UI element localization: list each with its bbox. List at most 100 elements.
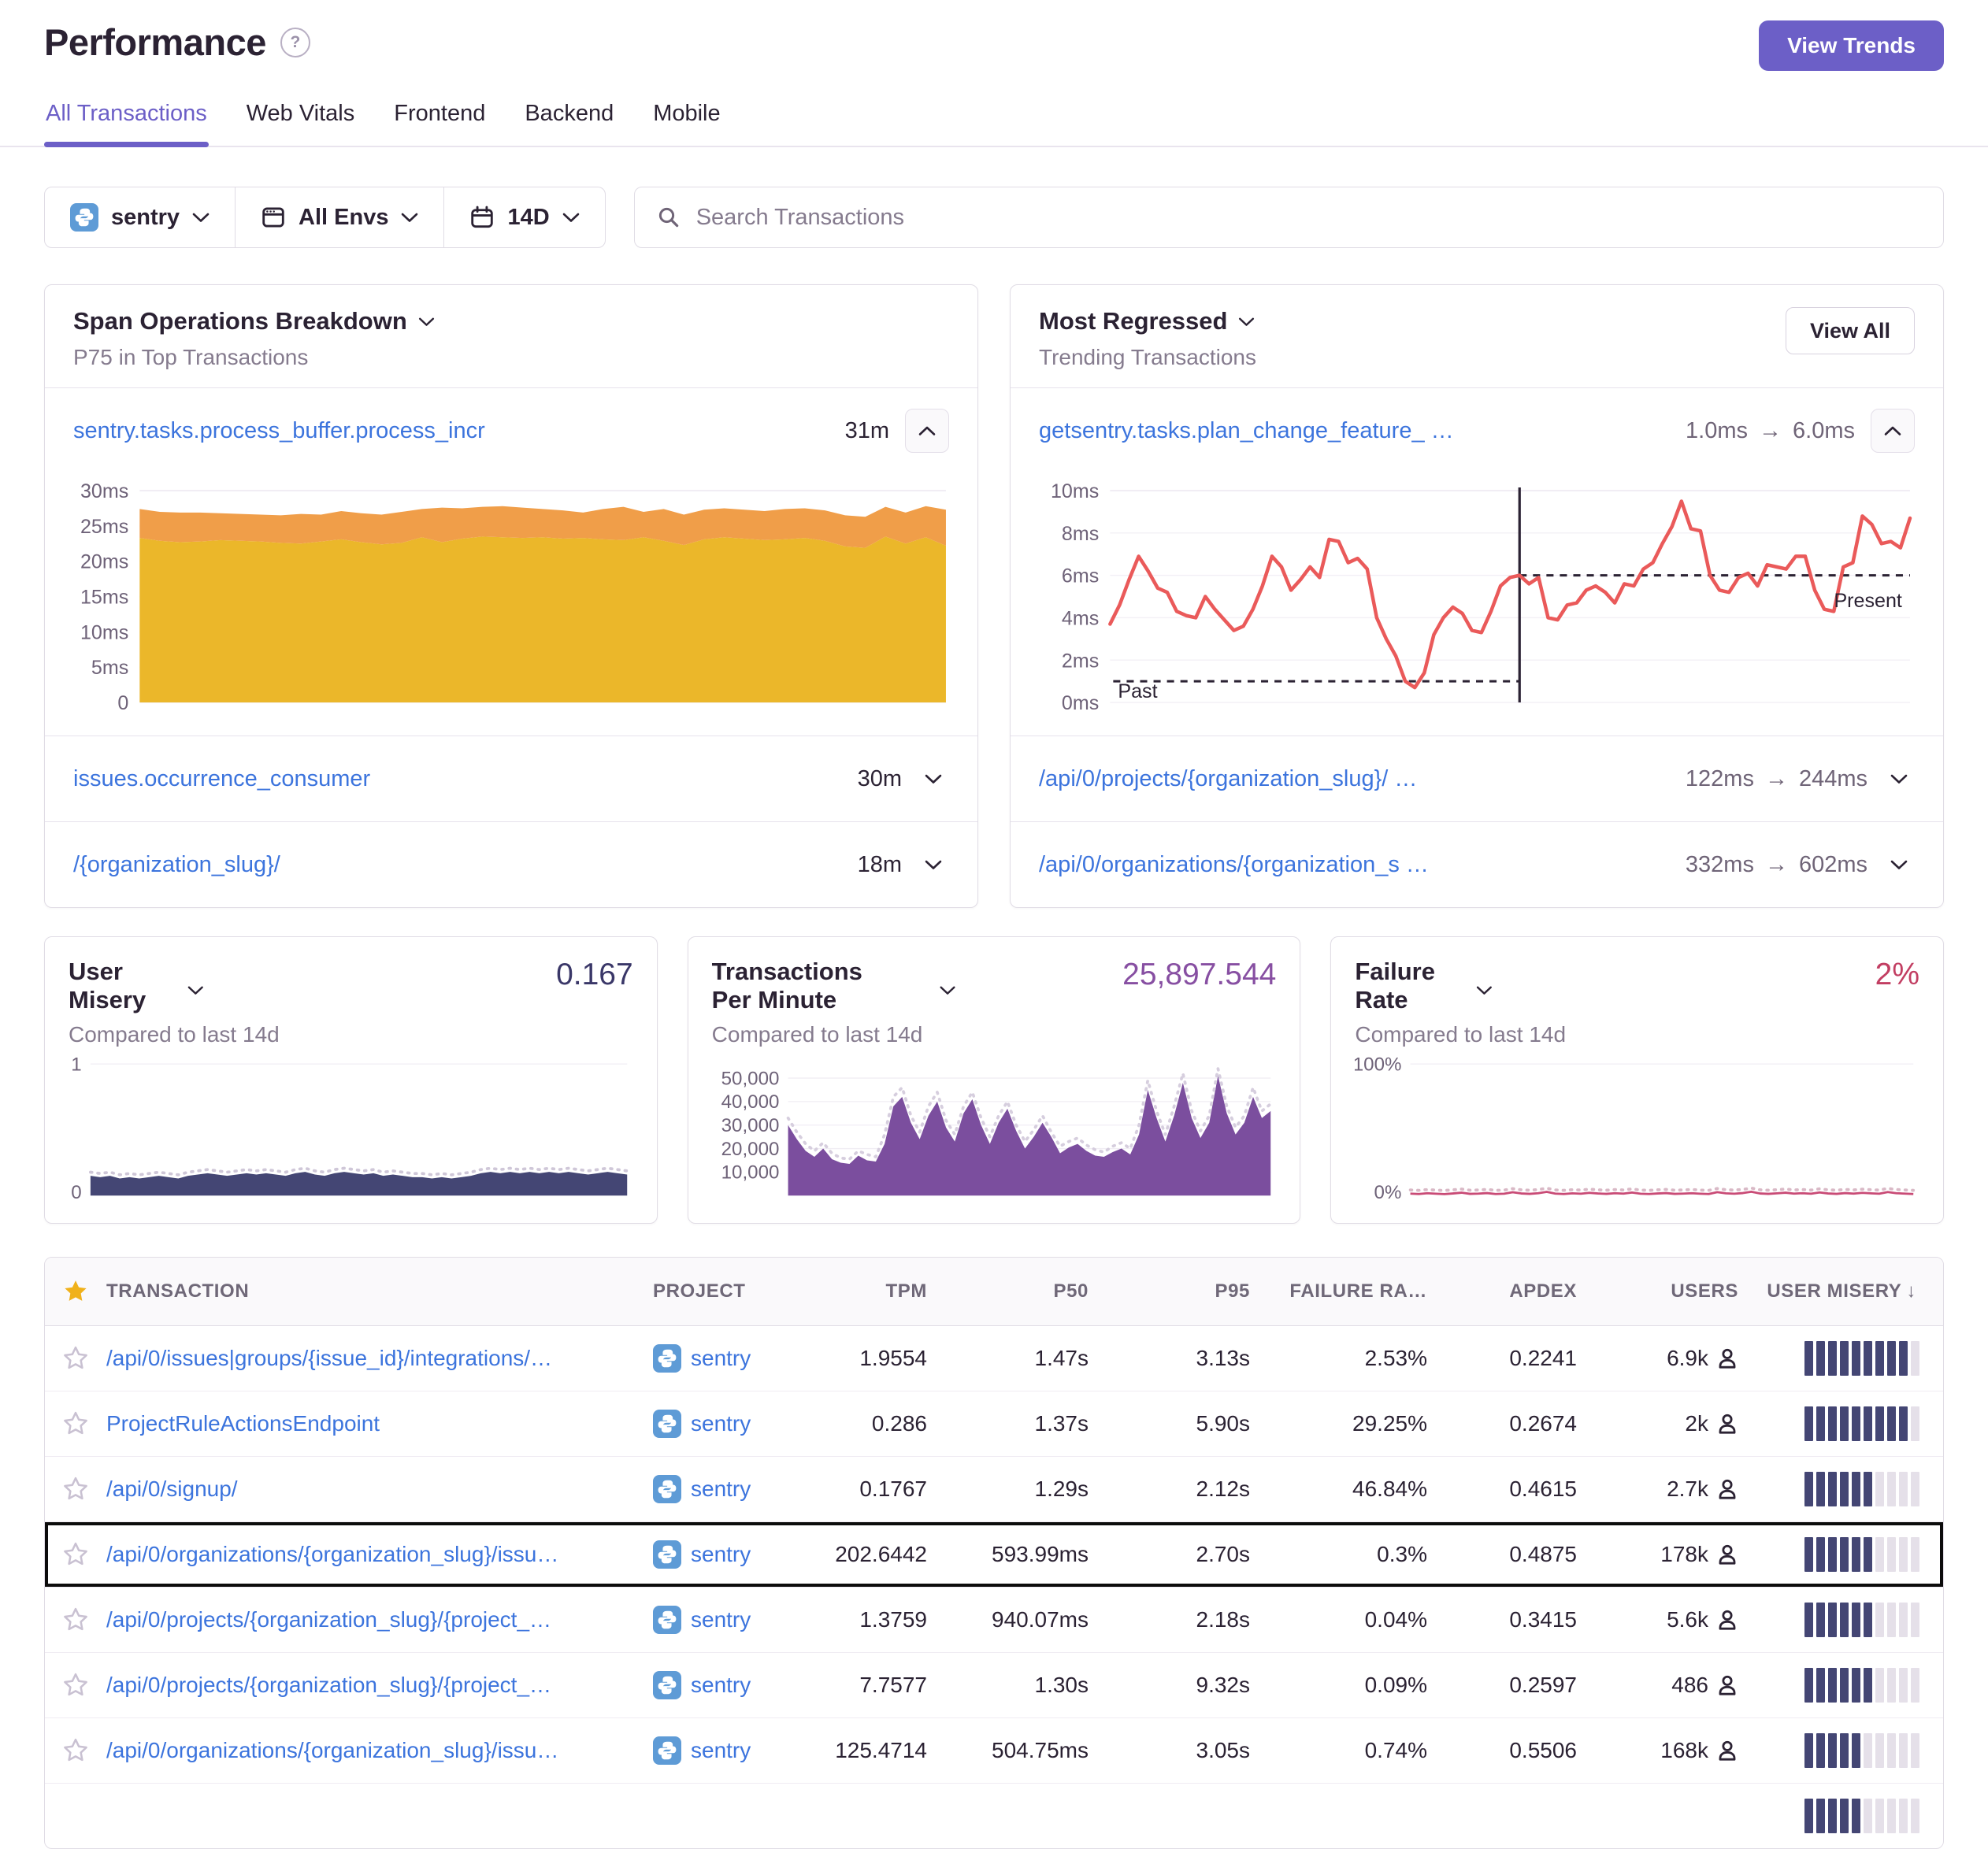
expand-button[interactable]: [1883, 859, 1915, 870]
failure-rate-card: Failure Rate 2% Compared to last 14d 100…: [1330, 936, 1944, 1224]
users-cell: 2.7k: [1604, 1477, 1765, 1502]
star-outline-icon[interactable]: [62, 1672, 89, 1699]
transaction-link[interactable]: /api/0/organizations/{organization_slug}…: [106, 1738, 558, 1763]
favorite-cell[interactable]: [45, 1410, 106, 1437]
favorite-cell[interactable]: [45, 1606, 106, 1633]
regression-values: 1.0ms → 6.0ms: [1686, 418, 1855, 444]
search-icon: [657, 206, 681, 229]
span-op-link[interactable]: sentry.tasks.process_buffer.process_incr: [73, 418, 829, 444]
view-trends-button[interactable]: View Trends: [1759, 20, 1944, 71]
tab-bar: All Transactions Web Vitals Frontend Backen…: [0, 98, 1988, 147]
star-outline-icon[interactable]: [62, 1345, 89, 1372]
apdex-cell: 0.3415: [1454, 1607, 1604, 1632]
user-misery-cell: [1765, 1733, 1943, 1768]
regression-trend-chart[interactable]: 0ms2ms4ms6ms8ms10msPastPresent: [1037, 478, 1916, 724]
table-row[interactable]: /api/0/projects/{organization_slug}/{pro…: [45, 1587, 1943, 1652]
column-header-failure-ra[interactable]: FAILURE RA…: [1277, 1280, 1454, 1302]
chevron-down-icon: [418, 317, 435, 327]
regressed-transaction-link[interactable]: getsentry.tasks.plan_change_feature_ …: [1039, 418, 1670, 444]
favorite-cell[interactable]: [45, 1345, 106, 1372]
star-outline-icon[interactable]: [62, 1737, 89, 1764]
regressed-row: /api/0/projects/{organization_slug}/ …12…: [1011, 736, 1943, 821]
expand-button[interactable]: [1883, 773, 1915, 784]
column-header-users[interactable]: USERS: [1604, 1280, 1765, 1302]
tab-frontend[interactable]: Frontend: [392, 98, 487, 146]
users-cell: 6.9k: [1604, 1346, 1765, 1371]
project-link[interactable]: sentry: [691, 1673, 751, 1698]
transaction-link[interactable]: /api/0/issues|groups/{issue_id}/integrat…: [106, 1346, 552, 1371]
span-op-link[interactable]: issues.occurrence_consumer: [73, 766, 842, 792]
table-row[interactable]: /api/0/projects/{organization_slug}/{pro…: [45, 1652, 1943, 1717]
favorite-cell[interactable]: [45, 1672, 106, 1699]
regressed-transaction-link[interactable]: /api/0/organizations/{organization_s …: [1039, 852, 1670, 878]
tab-web-vitals[interactable]: Web Vitals: [245, 98, 357, 146]
column-header-project[interactable]: PROJECT: [653, 1280, 820, 1302]
table-row[interactable]: [45, 1783, 1943, 1848]
project-selector[interactable]: sentry: [45, 187, 235, 247]
table-row[interactable]: /api/0/issues|groups/{issue_id}/integrat…: [45, 1326, 1943, 1391]
tab-all-transactions[interactable]: All Transactions: [44, 98, 209, 146]
help-icon[interactable]: ?: [280, 28, 310, 57]
user-misery-title[interactable]: User Misery: [69, 958, 235, 1014]
transaction-link[interactable]: ProjectRuleActionsEndpoint: [106, 1411, 380, 1436]
search-input[interactable]: [695, 204, 1921, 232]
table-row[interactable]: /api/0/organizations/{organization_slug}…: [45, 1717, 1943, 1783]
star-outline-icon[interactable]: [62, 1606, 89, 1633]
transaction-link[interactable]: /api/0/projects/{organization_slug}/{pro…: [106, 1607, 551, 1632]
favorites-column-header[interactable]: [45, 1278, 106, 1305]
transaction-link[interactable]: /api/0/signup/: [106, 1477, 238, 1502]
span-op-row: issues.occurrence_consumer 30m: [45, 736, 977, 821]
column-header-transaction[interactable]: TRANSACTION: [106, 1280, 653, 1302]
star-outline-icon[interactable]: [62, 1410, 89, 1437]
svg-text:30,000: 30,000: [721, 1115, 779, 1136]
project-link[interactable]: sentry: [691, 1346, 751, 1371]
view-all-button[interactable]: View All: [1786, 307, 1915, 354]
user-misery-cell: [1765, 1799, 1943, 1833]
chevron-up-icon: [1884, 425, 1901, 436]
favorite-cell[interactable]: [45, 1541, 106, 1568]
most-regressed-title[interactable]: Most Regressed: [1039, 307, 1256, 335]
svg-text:4ms: 4ms: [1062, 607, 1099, 629]
transaction-link[interactable]: /api/0/projects/{organization_slug}/{pro…: [106, 1673, 551, 1698]
svg-text:100%: 100%: [1355, 1055, 1401, 1075]
column-header-p95[interactable]: P95: [1115, 1280, 1277, 1302]
svg-text:20ms: 20ms: [80, 551, 128, 573]
table-row[interactable]: /api/0/signup/sentry0.17671.29s2.12s46.8…: [45, 1456, 1943, 1521]
project-link[interactable]: sentry: [691, 1542, 751, 1567]
column-header-tpm[interactable]: TPM: [820, 1280, 954, 1302]
failure-rate-cell: 0.3%: [1277, 1542, 1454, 1567]
column-header-p50[interactable]: P50: [954, 1280, 1115, 1302]
tab-mobile[interactable]: Mobile: [651, 98, 721, 146]
failure-rate-title[interactable]: Failure Rate: [1355, 958, 1522, 1014]
transaction-link[interactable]: /api/0/organizations/{organization_slug}…: [106, 1542, 558, 1567]
environment-selector[interactable]: All Envs: [235, 187, 443, 247]
tpm-title[interactable]: Transactions Per Minute: [712, 958, 1022, 1014]
project-link[interactable]: sentry: [691, 1607, 751, 1632]
collapse-button[interactable]: [1871, 409, 1915, 453]
expand-button[interactable]: [918, 859, 949, 870]
project-link[interactable]: sentry: [691, 1477, 751, 1502]
apdex-cell: 0.5506: [1454, 1738, 1604, 1763]
user-misery-bar: [1804, 1472, 1919, 1506]
table-row[interactable]: ProjectRuleActionsEndpointsentry0.2861.3…: [45, 1391, 1943, 1456]
column-header-apdex[interactable]: APDEX: [1454, 1280, 1604, 1302]
date-range-selector[interactable]: 14D: [443, 187, 604, 247]
star-outline-icon[interactable]: [62, 1541, 89, 1568]
regressed-transaction-link[interactable]: /api/0/projects/{organization_slug}/ …: [1039, 766, 1670, 792]
expand-button[interactable]: [918, 773, 949, 784]
project-link[interactable]: sentry: [691, 1411, 751, 1436]
collapse-button[interactable]: [905, 409, 949, 453]
star-filled-icon[interactable]: [62, 1278, 89, 1305]
favorite-cell[interactable]: [45, 1476, 106, 1503]
user-icon: [1716, 1543, 1738, 1566]
tab-backend[interactable]: Backend: [523, 98, 615, 146]
span-op-total-time: 30m: [858, 766, 902, 792]
table-row[interactable]: /api/0/organizations/{organization_slug}…: [45, 1521, 1943, 1587]
span-op-link[interactable]: /{organization_slug}/: [73, 852, 842, 878]
column-header-user-misery[interactable]: USER MISERY↓: [1765, 1280, 1943, 1302]
project-link[interactable]: sentry: [691, 1738, 751, 1763]
star-outline-icon[interactable]: [62, 1476, 89, 1503]
span-operations-chart[interactable]: 05ms10ms15ms20ms25ms30ms: [72, 478, 951, 724]
span-operations-title[interactable]: Span Operations Breakdown: [73, 307, 435, 335]
favorite-cell[interactable]: [45, 1737, 106, 1764]
